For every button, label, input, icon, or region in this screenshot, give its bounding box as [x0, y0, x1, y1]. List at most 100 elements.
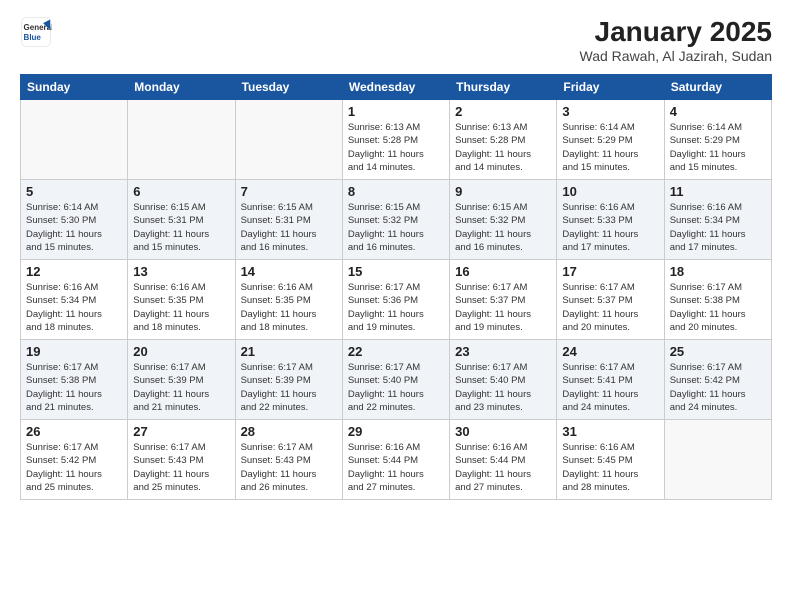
day-info: Sunrise: 6:13 AM Sunset: 5:28 PM Dayligh…: [348, 121, 444, 174]
day-info: Sunrise: 6:16 AM Sunset: 5:44 PM Dayligh…: [455, 441, 551, 494]
day-number: 5: [26, 184, 122, 199]
day-number: 25: [670, 344, 766, 359]
calendar-header-row: SundayMondayTuesdayWednesdayThursdayFrid…: [21, 75, 772, 100]
day-number: 10: [562, 184, 658, 199]
day-cell: 23 Sunrise: 6:17 AM Sunset: 5:40 PM Dayli…: [450, 340, 557, 420]
day-cell: 17Sunrise: 6:17 AM Sunset: 5:37 PM Dayli…: [557, 260, 664, 340]
day-number: 7: [241, 184, 337, 199]
day-info: Sunrise: 6:17 AM Sunset: 5:40 PM Dayligh…: [348, 361, 444, 414]
title-block: January 2025 Wad Rawah, Al Jazirah, Suda…: [580, 16, 772, 64]
day-cell: 14 Sunrise: 6:16 AM Sunset: 5:35 PM Dayli…: [235, 260, 342, 340]
day-info: Sunrise: 6:14 AM Sunset: 5:29 PM Dayligh…: [562, 121, 658, 174]
col-header-tuesday: Tuesday: [235, 75, 342, 100]
day-number: 11: [670, 184, 766, 199]
day-number: 30: [455, 424, 551, 439]
week-row-2: 5 Sunrise: 6:14 AM Sunset: 5:30 PM Daylig…: [21, 180, 772, 260]
logo: General Blue: [20, 16, 52, 48]
day-info: Sunrise: 6:16 AM Sunset: 5:35 PM Dayligh…: [241, 281, 337, 334]
day-info: Sunrise: 6:14 AM Sunset: 5:29 PM Dayligh…: [670, 121, 766, 174]
day-cell: 16Sunrise: 6:17 AM Sunset: 5:37 PM Dayli…: [450, 260, 557, 340]
day-number: 22: [348, 344, 444, 359]
day-info: Sunrise: 6:17 AM Sunset: 5:40 PM Dayligh…: [455, 361, 551, 414]
week-row-4: 19 Sunrise: 6:17 AM Sunset: 5:38 PM Dayli…: [21, 340, 772, 420]
calendar-table: SundayMondayTuesdayWednesdayThursdayFrid…: [20, 74, 772, 500]
day-info: Sunrise: 6:16 AM Sunset: 5:45 PM Dayligh…: [562, 441, 658, 494]
location: Wad Rawah, Al Jazirah, Sudan: [580, 48, 772, 64]
week-row-1: 1 Sunrise: 6:13 AM Sunset: 5:28 PM Daylig…: [21, 100, 772, 180]
day-info: Sunrise: 6:16 AM Sunset: 5:44 PM Dayligh…: [348, 441, 444, 494]
day-info: Sunrise: 6:14 AM Sunset: 5:30 PM Dayligh…: [26, 201, 122, 254]
day-cell: 13 Sunrise: 6:16 AM Sunset: 5:35 PM Dayli…: [128, 260, 235, 340]
day-number: 9: [455, 184, 551, 199]
col-header-friday: Friday: [557, 75, 664, 100]
day-cell: 27 Sunrise: 6:17 AM Sunset: 5:43 PM Dayli…: [128, 420, 235, 500]
day-number: 18: [670, 264, 766, 279]
col-header-sunday: Sunday: [21, 75, 128, 100]
day-info: Sunrise: 6:15 AM Sunset: 5:31 PM Dayligh…: [241, 201, 337, 254]
day-number: 27: [133, 424, 229, 439]
day-number: 12: [26, 264, 122, 279]
col-header-monday: Monday: [128, 75, 235, 100]
day-number: 29: [348, 424, 444, 439]
page-container: General Blue January 2025 Wad Rawah, Al …: [0, 0, 792, 612]
day-cell: 28Sunrise: 6:17 AM Sunset: 5:43 PM Dayli…: [235, 420, 342, 500]
day-info: Sunrise: 6:13 AM Sunset: 5:28 PM Dayligh…: [455, 121, 551, 174]
day-number: 1: [348, 104, 444, 119]
day-info: Sunrise: 6:17 AM Sunset: 5:43 PM Dayligh…: [241, 441, 337, 494]
day-info: Sunrise: 6:17 AM Sunset: 5:42 PM Dayligh…: [670, 361, 766, 414]
day-info: Sunrise: 6:17 AM Sunset: 5:42 PM Dayligh…: [26, 441, 122, 494]
day-cell: 31 Sunrise: 6:16 AM Sunset: 5:45 PM Dayli…: [557, 420, 664, 500]
day-cell: 29 Sunrise: 6:16 AM Sunset: 5:44 PM Dayli…: [342, 420, 449, 500]
col-header-wednesday: Wednesday: [342, 75, 449, 100]
day-number: 19: [26, 344, 122, 359]
day-cell: 26 Sunrise: 6:17 AM Sunset: 5:42 PM Dayli…: [21, 420, 128, 500]
day-info: Sunrise: 6:16 AM Sunset: 5:34 PM Dayligh…: [670, 201, 766, 254]
week-row-5: 26 Sunrise: 6:17 AM Sunset: 5:42 PM Dayli…: [21, 420, 772, 500]
day-cell: [664, 420, 771, 500]
day-cell: 5 Sunrise: 6:14 AM Sunset: 5:30 PM Daylig…: [21, 180, 128, 260]
day-number: 24: [562, 344, 658, 359]
day-info: Sunrise: 6:15 AM Sunset: 5:32 PM Dayligh…: [348, 201, 444, 254]
day-cell: 20Sunrise: 6:17 AM Sunset: 5:39 PM Dayli…: [128, 340, 235, 420]
day-number: 21: [241, 344, 337, 359]
day-info: Sunrise: 6:16 AM Sunset: 5:33 PM Dayligh…: [562, 201, 658, 254]
col-header-thursday: Thursday: [450, 75, 557, 100]
header: General Blue January 2025 Wad Rawah, Al …: [20, 16, 772, 64]
day-number: 13: [133, 264, 229, 279]
day-info: Sunrise: 6:17 AM Sunset: 5:39 PM Dayligh…: [241, 361, 337, 414]
day-number: 14: [241, 264, 337, 279]
day-number: 31: [562, 424, 658, 439]
day-info: Sunrise: 6:15 AM Sunset: 5:31 PM Dayligh…: [133, 201, 229, 254]
day-cell: 22 Sunrise: 6:17 AM Sunset: 5:40 PM Dayli…: [342, 340, 449, 420]
week-row-3: 12Sunrise: 6:16 AM Sunset: 5:34 PM Dayli…: [21, 260, 772, 340]
day-cell: 2 Sunrise: 6:13 AM Sunset: 5:28 PM Daylig…: [450, 100, 557, 180]
day-number: 6: [133, 184, 229, 199]
day-cell: 1 Sunrise: 6:13 AM Sunset: 5:28 PM Daylig…: [342, 100, 449, 180]
day-info: Sunrise: 6:17 AM Sunset: 5:39 PM Dayligh…: [133, 361, 229, 414]
day-cell: [21, 100, 128, 180]
day-info: Sunrise: 6:17 AM Sunset: 5:36 PM Dayligh…: [348, 281, 444, 334]
day-info: Sunrise: 6:17 AM Sunset: 5:38 PM Dayligh…: [26, 361, 122, 414]
svg-text:Blue: Blue: [24, 33, 42, 42]
day-info: Sunrise: 6:17 AM Sunset: 5:43 PM Dayligh…: [133, 441, 229, 494]
day-info: Sunrise: 6:17 AM Sunset: 5:38 PM Dayligh…: [670, 281, 766, 334]
day-info: Sunrise: 6:16 AM Sunset: 5:35 PM Dayligh…: [133, 281, 229, 334]
day-cell: 10 Sunrise: 6:16 AM Sunset: 5:33 PM Dayli…: [557, 180, 664, 260]
day-number: 16: [455, 264, 551, 279]
day-number: 2: [455, 104, 551, 119]
day-number: 23: [455, 344, 551, 359]
day-number: 8: [348, 184, 444, 199]
calendar-body: 1 Sunrise: 6:13 AM Sunset: 5:28 PM Daylig…: [21, 100, 772, 500]
day-cell: 9 Sunrise: 6:15 AM Sunset: 5:32 PM Daylig…: [450, 180, 557, 260]
day-cell: [235, 100, 342, 180]
day-number: 15: [348, 264, 444, 279]
day-cell: 18 Sunrise: 6:17 AM Sunset: 5:38 PM Dayli…: [664, 260, 771, 340]
day-cell: 11 Sunrise: 6:16 AM Sunset: 5:34 PM Dayli…: [664, 180, 771, 260]
day-info: Sunrise: 6:15 AM Sunset: 5:32 PM Dayligh…: [455, 201, 551, 254]
day-info: Sunrise: 6:17 AM Sunset: 5:41 PM Dayligh…: [562, 361, 658, 414]
col-header-saturday: Saturday: [664, 75, 771, 100]
day-number: 4: [670, 104, 766, 119]
day-cell: 8 Sunrise: 6:15 AM Sunset: 5:32 PM Daylig…: [342, 180, 449, 260]
day-info: Sunrise: 6:17 AM Sunset: 5:37 PM Dayligh…: [562, 281, 658, 334]
day-number: 26: [26, 424, 122, 439]
